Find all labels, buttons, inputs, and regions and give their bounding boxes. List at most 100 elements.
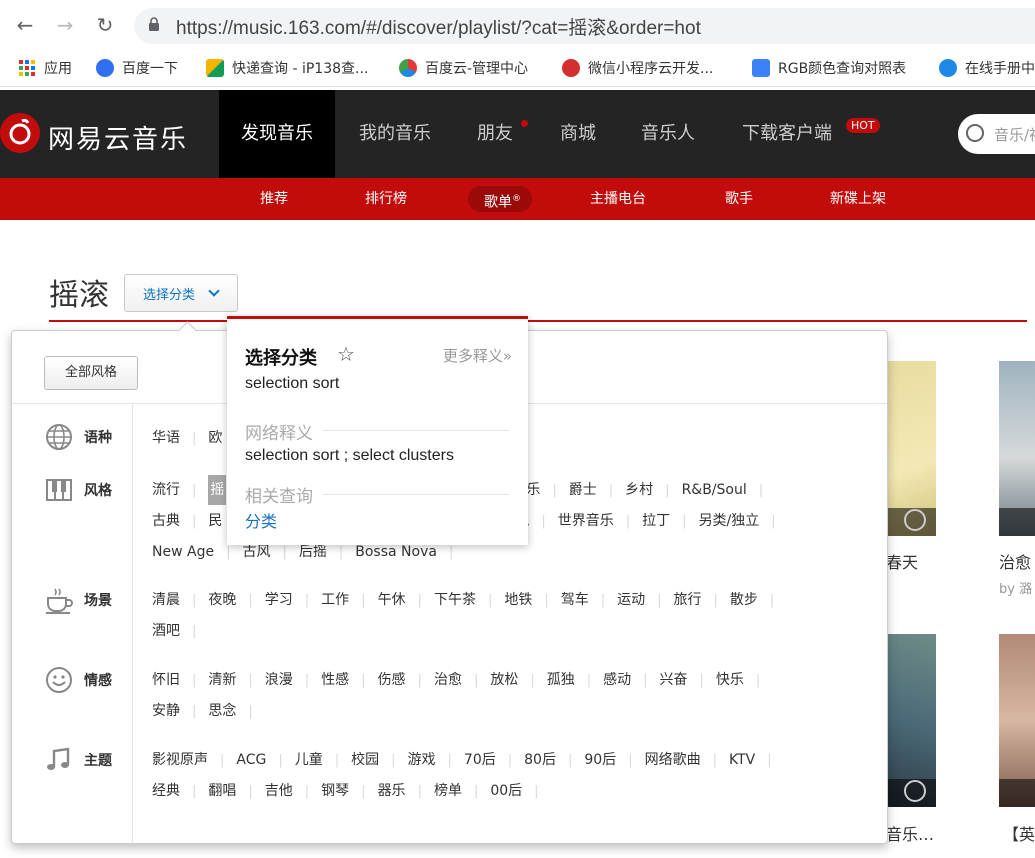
tag[interactable]: 工作 bbox=[321, 585, 349, 615]
tag[interactable]: 吉他 bbox=[265, 776, 293, 806]
tag[interactable]: 拉丁 bbox=[642, 506, 670, 536]
piano-icon bbox=[44, 475, 74, 505]
tag[interactable]: 思念 bbox=[208, 696, 236, 726]
tag[interactable]: 古典 bbox=[152, 506, 180, 536]
all-styles-button[interactable]: 全部风格 bbox=[44, 356, 138, 390]
nav-download-client[interactable]: 下载客户端 bbox=[742, 90, 832, 178]
subnav-new-albums[interactable]: 新碟上架 bbox=[830, 178, 886, 220]
nav-musician[interactable]: 音乐人 bbox=[641, 90, 695, 178]
forward-arrow-icon[interactable]: → bbox=[52, 12, 78, 38]
tag[interactable]: 80后 bbox=[524, 745, 556, 775]
playlist-title[interactable]: 治愈 bbox=[999, 549, 1031, 573]
tag[interactable]: 网络歌曲 bbox=[645, 745, 701, 775]
tag[interactable]: 欧 bbox=[208, 423, 222, 453]
subnav-playlists[interactable]: 歌单® bbox=[484, 178, 521, 220]
tag[interactable]: 地铁 bbox=[504, 585, 532, 615]
tag[interactable]: 榜单 bbox=[434, 776, 462, 806]
tag[interactable]: 午休 bbox=[378, 585, 406, 615]
playlist-title[interactable]: 【英 bbox=[1003, 821, 1035, 845]
tag[interactable]: 游戏 bbox=[408, 745, 436, 775]
nav-my-music[interactable]: 我的音乐 bbox=[359, 90, 431, 178]
tag[interactable]: New Age bbox=[152, 537, 214, 567]
select-category-button[interactable]: 选择分类 bbox=[124, 274, 238, 312]
playlist-author[interactable]: by 潞 bbox=[999, 578, 1032, 597]
star-icon[interactable]: ☆ bbox=[337, 342, 355, 366]
nav-discover-music[interactable]: 发现音乐 bbox=[219, 90, 335, 178]
netease-logo-icon[interactable] bbox=[0, 113, 40, 153]
tag[interactable]: 学习 bbox=[265, 585, 293, 615]
tag[interactable]: 民 bbox=[208, 506, 222, 536]
subnav-recommend[interactable]: 推荐 bbox=[260, 178, 288, 220]
tag[interactable]: 旅行 bbox=[674, 585, 702, 615]
tag[interactable]: 散步 bbox=[730, 585, 758, 615]
search-input[interactable]: 音乐/视 bbox=[958, 114, 1035, 154]
back-arrow-icon[interactable]: ← bbox=[12, 12, 38, 38]
tag[interactable]: 治愈 bbox=[434, 665, 462, 695]
bookmark-apps[interactable]: 应用 bbox=[18, 58, 72, 78]
tag[interactable]: R&B/Soul bbox=[682, 475, 747, 505]
tag[interactable]: 翻唱 bbox=[208, 776, 236, 806]
tag[interactable]: 爵士 bbox=[569, 475, 597, 505]
tag[interactable]: 夜晚 bbox=[208, 585, 236, 615]
bookmark-manual[interactable]: 在线手册中 bbox=[939, 58, 1035, 78]
tag[interactable]: 运动 bbox=[617, 585, 645, 615]
playlist-cover[interactable] bbox=[886, 361, 936, 536]
url-text[interactable]: https://music.163.com/#/discover/playlis… bbox=[176, 13, 701, 40]
tag-separator: | bbox=[473, 784, 479, 799]
tag[interactable]: 快乐 bbox=[716, 665, 744, 695]
playlist-cover[interactable] bbox=[886, 634, 936, 807]
tag[interactable]: 影视原声 bbox=[152, 745, 208, 775]
tag[interactable]: 另类/独立 bbox=[699, 506, 760, 536]
tag[interactable]: 酒吧 bbox=[152, 616, 180, 646]
bookmark-baiduyun[interactable]: 百度云-管理中心 bbox=[399, 58, 528, 78]
tag[interactable]: ACG bbox=[236, 745, 266, 775]
bookmark-wechat-cloud[interactable]: 微信小程序云开发... bbox=[562, 58, 713, 78]
related-query-link[interactable]: 分类 bbox=[245, 508, 277, 532]
tag[interactable]: 90后 bbox=[584, 745, 616, 775]
playlist-title[interactable]: 音乐… bbox=[886, 821, 934, 845]
tag[interactable]: 70后 bbox=[464, 745, 496, 775]
playlist-title[interactable]: 春天 bbox=[886, 549, 918, 573]
subnav-charts[interactable]: 排行榜 bbox=[365, 178, 407, 220]
tag[interactable]: 儿童 bbox=[295, 745, 323, 775]
tag[interactable]: 清晨 bbox=[152, 585, 180, 615]
tag[interactable]: 孤独 bbox=[547, 665, 575, 695]
subnav-radio[interactable]: 主播电台 bbox=[590, 178, 646, 220]
bookmark-ip138[interactable]: 快递查询 - iP138查... bbox=[206, 58, 368, 78]
tag[interactable]: 00后 bbox=[490, 776, 522, 806]
tag[interactable]: 驾车 bbox=[561, 585, 589, 615]
tag[interactable]: 校园 bbox=[351, 745, 379, 775]
play-icon[interactable] bbox=[904, 509, 926, 531]
bookmark-rgb[interactable]: RGB颜色查询对照表 bbox=[752, 58, 906, 78]
bookmark-baidu[interactable]: 百度一下 bbox=[96, 58, 178, 78]
nav-friends[interactable]: 朋友 bbox=[477, 90, 513, 178]
site-logo-text[interactable]: 网易云音乐 bbox=[48, 119, 188, 156]
tag[interactable]: 性感 bbox=[321, 665, 349, 695]
tag[interactable]: 兴奋 bbox=[660, 665, 688, 695]
tag[interactable]: 下午茶 bbox=[434, 585, 476, 615]
tag[interactable]: 钢琴 bbox=[321, 776, 349, 806]
nav-store[interactable]: 商城 bbox=[560, 90, 596, 178]
tag[interactable]: 乡村 bbox=[625, 475, 653, 505]
tag[interactable]: 器乐 bbox=[378, 776, 406, 806]
more-definitions-link[interactable]: 更多释义» bbox=[443, 345, 512, 366]
tag[interactable]: 华语 bbox=[152, 423, 180, 453]
tag-separator: | bbox=[712, 753, 717, 768]
tag[interactable]: 伤感 bbox=[378, 665, 406, 695]
playlist-cover[interactable] bbox=[999, 361, 1035, 536]
tag[interactable]: 世界音乐 bbox=[558, 506, 614, 536]
tag[interactable]: 清新 bbox=[208, 665, 236, 695]
tag[interactable]: 安静 bbox=[152, 696, 180, 726]
subnav-artists[interactable]: 歌手 bbox=[725, 178, 753, 220]
tag[interactable]: 感动 bbox=[603, 665, 631, 695]
tag[interactable]: 经典 bbox=[152, 776, 180, 806]
play-icon[interactable] bbox=[904, 780, 926, 802]
tag-selected[interactable]: 摇 bbox=[208, 475, 227, 505]
tag[interactable]: 放松 bbox=[490, 665, 518, 695]
tag[interactable]: 流行 bbox=[152, 475, 180, 505]
playlist-cover[interactable] bbox=[999, 634, 1035, 807]
tag[interactable]: 怀旧 bbox=[152, 665, 180, 695]
tag[interactable]: 浪漫 bbox=[265, 665, 293, 695]
tag[interactable]: KTV bbox=[729, 745, 755, 775]
reload-icon[interactable]: ↻ bbox=[92, 12, 118, 38]
